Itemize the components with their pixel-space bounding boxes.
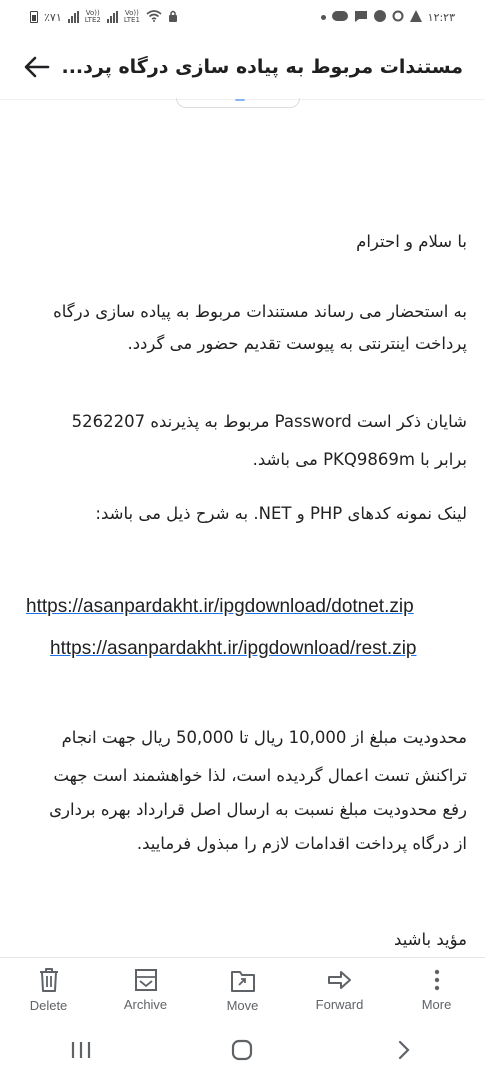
forward-label: Forward xyxy=(315,997,364,1012)
trash-icon xyxy=(38,968,60,992)
game-icon xyxy=(331,10,348,25)
forward-button[interactable]: Forward xyxy=(291,958,388,1023)
notification-dot-icon xyxy=(320,14,326,20)
paragraph-3: لینک نمونه کدهای PHP و NET. به شرح ذیل م… xyxy=(95,504,467,523)
app-header: مستندات مربوط به پیاده سازی درگاه پرد... xyxy=(0,34,485,100)
chevron-right-icon xyxy=(397,1040,411,1064)
paragraph-4-line-3: رفع محدودیت مبلغ نسبت به ارسال اصل قرارد… xyxy=(49,800,467,819)
closing: مؤید باشید xyxy=(394,930,467,949)
signal-icon-1 xyxy=(67,11,79,23)
lock-icon xyxy=(168,10,178,25)
status-left: ٪۷۱ Vo)) LTE2 Vo)) LTE1 xyxy=(30,10,178,25)
paragraph-4-line-2: تراکنش تست اعمال گردیده است، لذا خواهشمن… xyxy=(53,766,467,785)
wifi-icon xyxy=(146,9,162,25)
dotnet-download-link[interactable]: https://asanpardakht.ir/ipgdownload/dotn… xyxy=(26,596,414,618)
paragraph-2-line-1: شایان ذکر است Password مربوط به پذیرنده … xyxy=(71,412,467,431)
sim1-sub: LTE2 xyxy=(84,16,101,24)
sim1-indicator: Vo)) LTE2 xyxy=(85,10,101,24)
sim2-sub: LTE1 xyxy=(123,16,140,24)
scroll-indicator[interactable] xyxy=(176,98,300,108)
battery-percent: ٪۷۱ xyxy=(44,10,62,24)
sim2-indicator: Vo)) LTE1 xyxy=(124,10,140,24)
battery-icon xyxy=(30,11,38,23)
archive-label: Archive xyxy=(123,997,168,1012)
email-subject: مستندات مربوط به پیاده سازی درگاه پرد... xyxy=(61,55,463,78)
delete-button[interactable]: Delete xyxy=(0,958,97,1023)
signal-icon-2 xyxy=(106,11,118,23)
paragraph-4-line-4: از درگاه پرداخت اقدامات لازم را مبذول فر… xyxy=(136,834,467,853)
warning-icon xyxy=(409,9,422,25)
home-button[interactable] xyxy=(212,1032,272,1072)
chat-icon xyxy=(354,10,368,25)
status-bar: ٪۷۱ Vo)) LTE2 Vo)) LTE1 ۱۲:۲۳ xyxy=(0,0,485,34)
delete-label: Delete xyxy=(29,998,68,1013)
more-label: More xyxy=(421,997,452,1012)
system-nav-bar xyxy=(0,1023,485,1080)
move-icon xyxy=(230,968,256,992)
sync-icon xyxy=(392,10,404,25)
archive-icon xyxy=(134,969,158,991)
more-button[interactable]: More xyxy=(388,958,485,1023)
recents-button[interactable] xyxy=(51,1032,111,1072)
paragraph-1-line-2: پرداخت اینترنتی به پیوست تقدیم حضور می گ… xyxy=(127,334,467,353)
paragraph-2-line-2: برابر با PKQ9869m می باشد. xyxy=(252,450,467,469)
facebook-icon xyxy=(373,9,386,25)
archive-button[interactable]: Archive xyxy=(97,958,194,1023)
move-label: Move xyxy=(226,998,259,1013)
action-bar: Delete Archive Move Forward More xyxy=(0,957,485,1023)
greeting: با سلام و احترام xyxy=(356,232,467,251)
home-icon xyxy=(231,1039,253,1065)
more-vertical-icon xyxy=(433,969,441,991)
move-button[interactable]: Move xyxy=(194,958,291,1023)
back-button[interactable] xyxy=(374,1032,434,1072)
status-right: ۱۲:۲۳ xyxy=(320,9,455,25)
recents-icon xyxy=(70,1041,92,1063)
paragraph-4-line-1: محدودیت مبلغ از 10,000 ریال تا 50,000 ری… xyxy=(61,728,467,747)
back-arrow-icon[interactable] xyxy=(20,50,54,84)
clock: ۱۲:۲۳ xyxy=(427,10,455,24)
forward-icon xyxy=(327,969,353,991)
paragraph-1-line-1: به استحضار می رساند مستندات مربوط به پیا… xyxy=(53,302,467,321)
rest-download-link[interactable]: https://asanpardakht.ir/ipgdownload/rest… xyxy=(50,638,417,660)
